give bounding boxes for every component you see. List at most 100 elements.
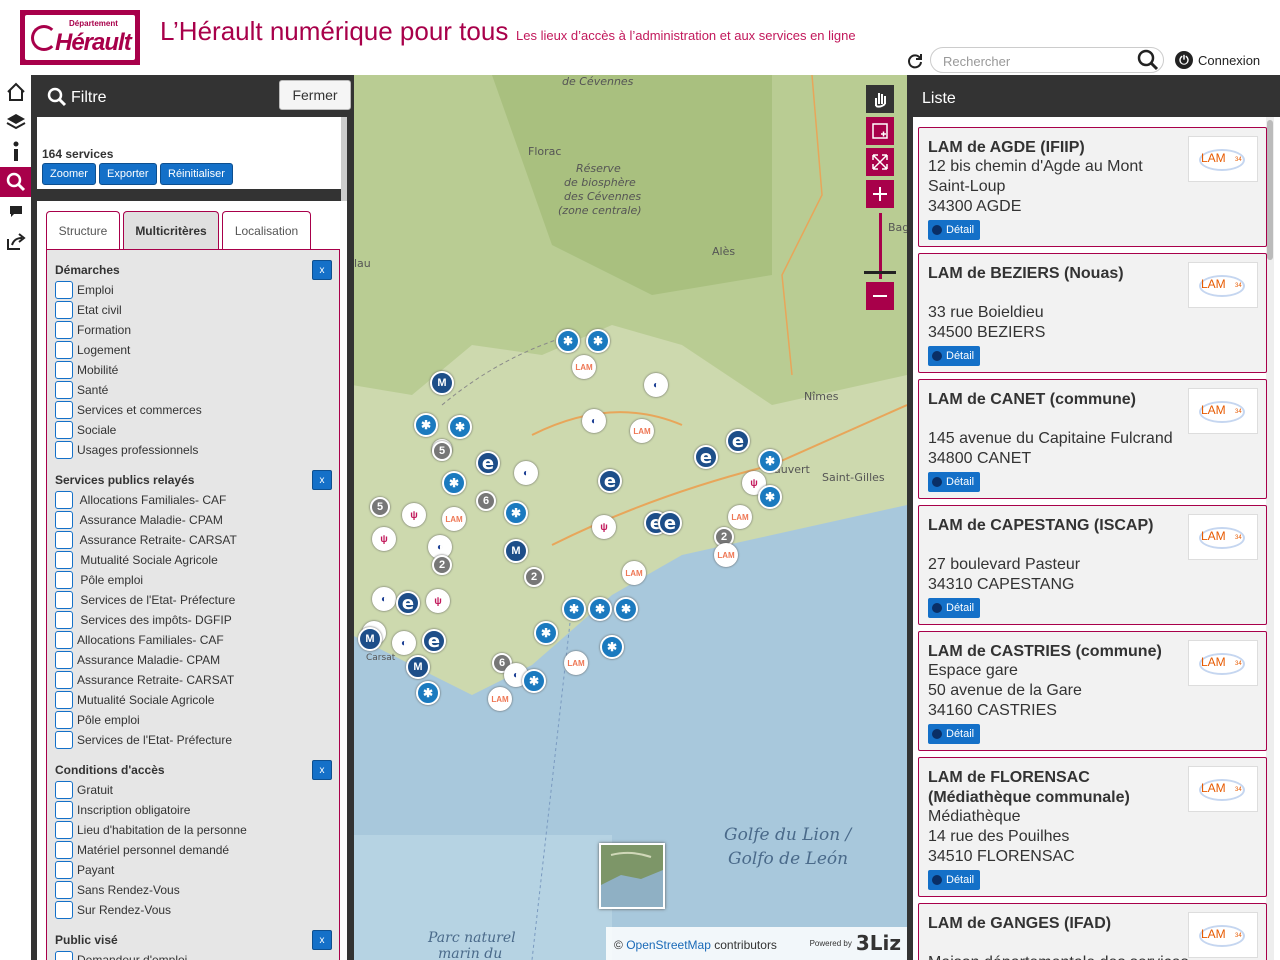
list-scrollbar[interactable] [1266,117,1274,960]
checkbox[interactable] [55,301,73,319]
map-marker[interactable]: ψ [402,503,426,527]
map-marker[interactable]: LAM [714,543,738,567]
checkbox[interactable] [55,381,73,399]
filter-option[interactable]: Lieu d'habitation de la personne [55,820,247,840]
map-marker[interactable]: e [422,629,446,653]
filter-option[interactable]: Services et commerces [55,400,202,420]
map-marker[interactable]: ✱ [586,329,610,353]
map-marker[interactable]: ✱ [600,635,624,659]
checkbox[interactable] [55,881,73,899]
filter-option[interactable]: Allocations Familiales- CAF [55,630,224,650]
refresh-icon[interactable] [906,52,924,75]
filter-option[interactable]: Assurance Maladie- CPAM [55,650,220,670]
map-marker[interactable]: LAM [564,651,588,675]
filter-option[interactable]: Mobilité [55,360,118,380]
tab-multicriteria[interactable]: Multicritères [123,211,219,249]
reset-button[interactable]: Réinitialiser [160,163,233,185]
detail-button[interactable]: Détail [928,346,981,366]
clear-conditions-button[interactable]: x [312,760,332,780]
map-marker[interactable]: LAM [442,507,466,531]
detail-button[interactable]: Détail [928,472,981,492]
map-marker[interactable]: ✱ [758,485,782,509]
zoom-extent-icon[interactable] [866,148,894,176]
tab-location[interactable]: Localisation [222,211,311,249]
export-button[interactable]: Exporter [99,163,157,185]
map-marker[interactable]: ✱ [448,415,472,439]
clear-public-button[interactable]: x [312,930,332,950]
pan-icon[interactable] [866,85,894,113]
filter-option[interactable]: Logement [55,340,130,360]
filter-option[interactable]: Services de l'Etat- Préfecture [55,730,232,750]
map-marker[interactable]: M [504,539,528,563]
map[interactable]: Florac Réserve de biosphère des Cévennes… [352,75,907,960]
checkbox[interactable] [55,401,73,419]
filter-option[interactable]: Sans Rendez-Vous [55,880,180,900]
checkbox[interactable] [55,841,73,859]
filter-option[interactable]: Gratuit [55,780,113,800]
tab-structure[interactable]: Structure [46,211,120,249]
map-marker[interactable]: ✱ [758,449,782,473]
checkbox[interactable] [55,361,73,379]
map-marker[interactable]: M [406,655,430,679]
search-icon[interactable] [1137,49,1159,71]
checkbox[interactable] [55,611,73,629]
filter-option[interactable]: Services des impôts- DGFIP [55,610,232,630]
filter-option[interactable]: Allocations Familiales- CAF [55,490,226,510]
service-card[interactable]: LAM de CAPESTANG (ISCAP) 27 boulevard Pas… [918,505,1267,625]
map-marker[interactable]: ψ [372,527,396,551]
close-filter-button[interactable]: Fermer [279,80,351,110]
search-filter-icon[interactable] [0,167,31,197]
layers-icon[interactable] [0,107,31,137]
info-icon[interactable] [0,137,31,167]
checkbox[interactable] [55,731,73,749]
map-marker[interactable]: e [726,429,750,453]
comment-icon[interactable] [0,197,31,227]
home-icon[interactable] [0,77,31,107]
map-marker[interactable]: e [598,469,622,493]
checkbox[interactable] [55,861,73,879]
filter-option[interactable]: Services de l'Etat- Préfecture [55,590,235,610]
map-marker[interactable]: e [476,451,500,475]
clear-services-button[interactable]: x [312,470,332,490]
map-marker[interactable]: e [658,511,682,535]
map-marker[interactable]: ✱ [614,597,638,621]
map-marker[interactable]: M [430,371,454,395]
filter-option[interactable]: Inscription obligatoire [55,800,190,820]
map-marker[interactable]: ψ [592,515,616,539]
checkbox[interactable] [55,631,73,649]
filter-option[interactable]: Sociale [55,420,116,440]
map-marker[interactable]: LAM [488,687,512,711]
detail-button[interactable]: Détail [928,870,981,890]
map-marker[interactable]: ◐ [514,461,538,485]
map-marker-cluster[interactable]: 5 [370,497,390,517]
filter-option[interactable]: Payant [55,860,114,880]
detail-button[interactable]: Détail [928,220,981,240]
filter-option[interactable]: Formation [55,320,131,340]
map-marker[interactable]: ◐ [644,373,668,397]
checkbox[interactable] [55,571,73,589]
map-marker[interactable]: LAM [728,505,752,529]
zoom-slider-handle[interactable] [864,271,896,274]
overview-minimap[interactable] [599,843,665,909]
filter-option[interactable]: Matériel personnel demandé [55,840,229,860]
checkbox[interactable] [55,551,73,569]
zoom-slider[interactable] [879,213,882,279]
filter-option[interactable]: Santé [55,380,108,400]
map-marker[interactable]: M [358,627,382,651]
map-marker[interactable]: ◐ [392,631,416,655]
checkbox[interactable] [55,651,73,669]
map-marker[interactable]: ψ [426,589,450,613]
filter-option[interactable]: Etat civil [55,300,122,320]
checkbox[interactable] [55,821,73,839]
map-marker-cluster[interactable]: 6 [476,491,496,511]
detail-button[interactable]: Détail [928,724,981,744]
checkbox[interactable] [55,591,73,609]
filter-option[interactable]: Assurance Retraite- CARSAT [55,530,237,550]
zoom-box-icon[interactable] [866,117,894,145]
service-card[interactable]: LAM de BEZIERS (Nouas) 33 rue Boieldieu 34… [918,253,1267,373]
filter-option[interactable]: Mutualité Sociale Agricole [55,550,218,570]
map-marker-cluster[interactable]: 2 [432,555,452,575]
map-marker[interactable]: LAM [572,355,596,379]
filter-option[interactable]: Usages professionnels [55,440,198,460]
map-marker[interactable]: e [694,445,718,469]
